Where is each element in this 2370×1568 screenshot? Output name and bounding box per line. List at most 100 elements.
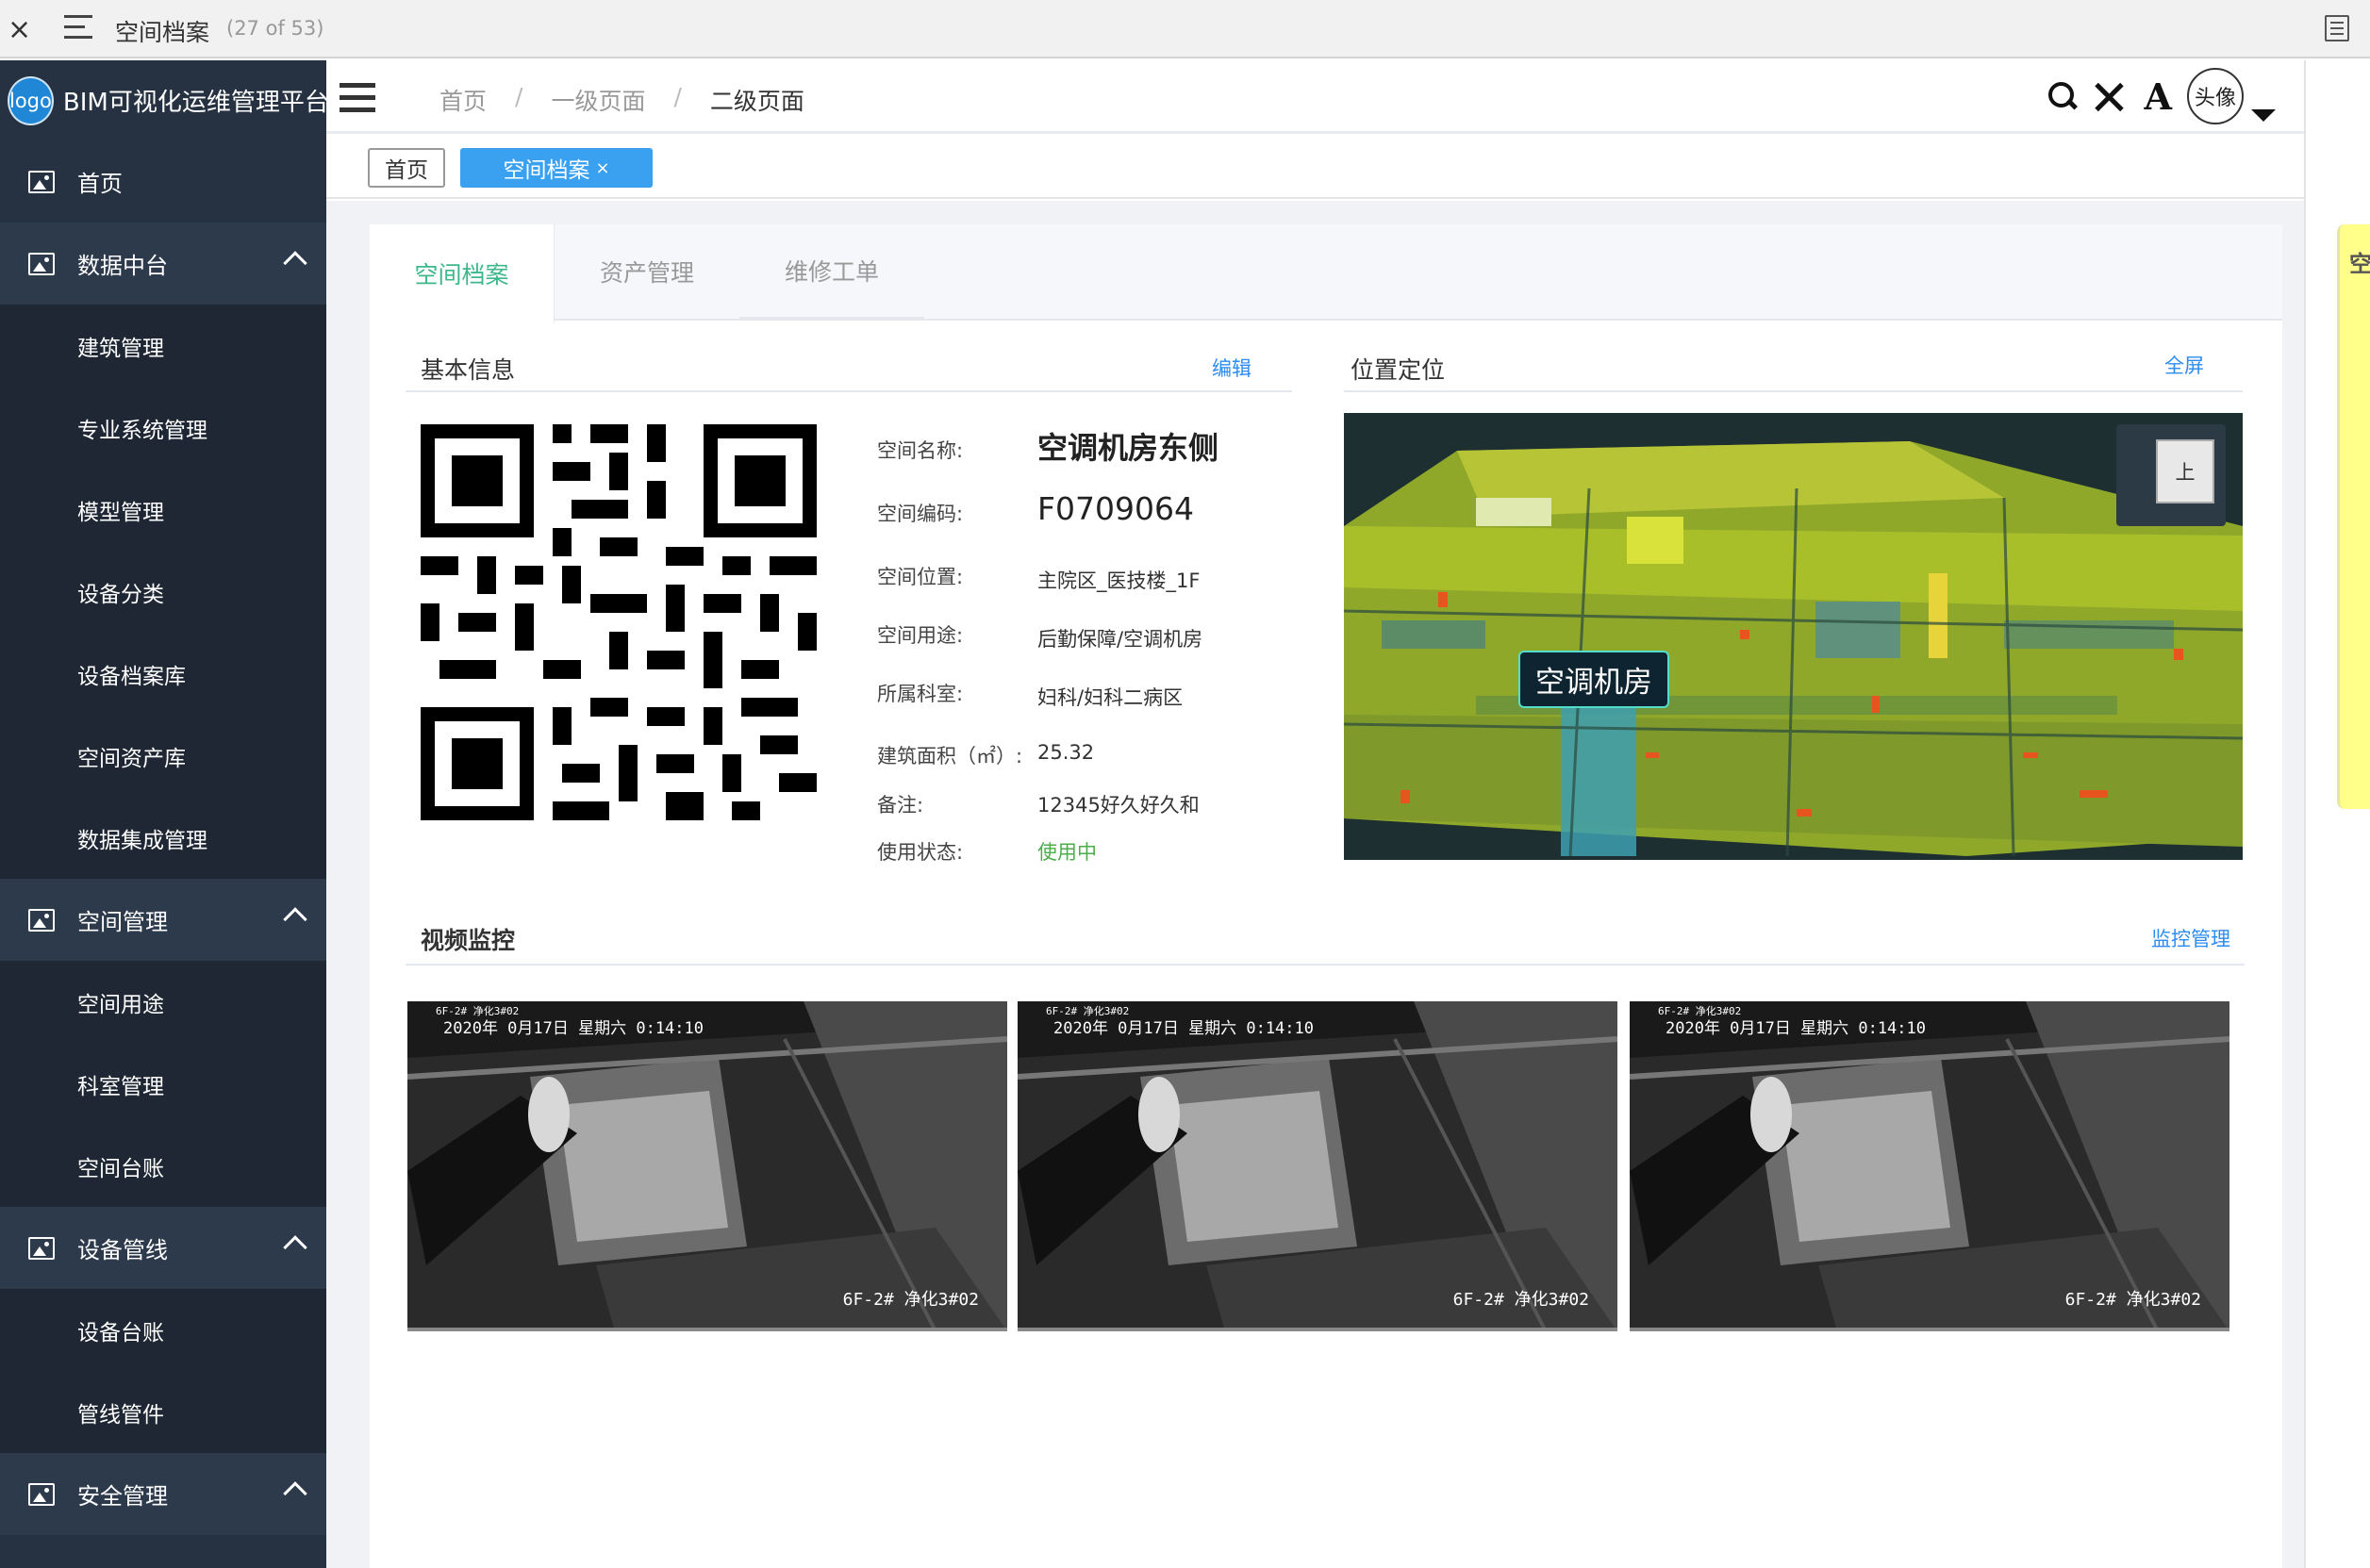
field-label: 空间位置: (877, 566, 964, 588)
sidebar-item-label: 设备管线 (77, 1237, 168, 1263)
room-label[interactable]: 空调机房 (1518, 651, 1669, 708)
sidebar-item-space-ledger[interactable]: 空间台账 (0, 1125, 326, 1207)
sidebar-group-space[interactable]: 空间管理 (0, 879, 326, 961)
fullscreen-link[interactable]: 全屏 (2164, 351, 2204, 379)
image-icon (28, 1482, 55, 1506)
viewer-toolbar: × 空间档案 (27 of 53) (0, 0, 2370, 58)
remark-value: 12345好久好久和 (1037, 794, 1200, 817)
sidebar-item-home[interactable]: 首页 (0, 140, 326, 223)
sidebar: logo BIM可视化运维管理平台 首页 数据中台 建筑管理 专业系统管理 模型… (0, 60, 329, 1568)
side-note[interactable]: 空 (2337, 224, 2370, 809)
bim-model-render (1344, 413, 2243, 860)
sidebar-item-label: 数据中台 (77, 253, 168, 279)
sidebar-item-device-archive[interactable]: 设备档案库 (0, 633, 326, 715)
search-icon[interactable] (2047, 82, 2077, 110)
breadcrumb-home[interactable]: 首页 (439, 83, 487, 117)
sidebar-item-departments[interactable]: 科室管理 (0, 1043, 326, 1125)
image-icon (28, 170, 55, 193)
camera-timestamp: 2020年 0月17日 星期六 0:14:10 (1666, 1019, 1926, 1038)
tag-home[interactable]: 首页 (368, 148, 445, 188)
viewer-count: (27 of 53) (226, 17, 324, 40)
divider (1344, 390, 2243, 392)
caret-down-icon[interactable] (2251, 108, 2276, 122)
breadcrumb-separator: / (673, 83, 682, 110)
sidebar-group-security[interactable]: 安全管理 (0, 1453, 326, 1535)
space-usage-value: 后勤保障/空调机房 (1037, 628, 1203, 651)
breadcrumb-level2: 二级页面 (709, 88, 804, 115)
camera-image (1018, 1001, 1617, 1328)
field-label: 所属科室: (877, 683, 964, 705)
breadcrumb-level1[interactable]: 一级页面 (551, 83, 645, 117)
sidebar-item-data-integration[interactable]: 数据集成管理 (0, 797, 326, 879)
sidebar-item-space-assets[interactable]: 空间资产库 (0, 715, 326, 797)
sidebar-item-space-usage[interactable]: 空间用途 (0, 961, 326, 1043)
sidebar-item-building[interactable]: 建筑管理 (0, 305, 326, 387)
document-icon[interactable] (2325, 15, 2349, 41)
space-name-value: 空调机房东侧 (1037, 430, 1219, 466)
view-cube-top-face[interactable]: 上 (2156, 439, 2214, 503)
location-title: 位置定位 (1351, 356, 1446, 384)
edit-link[interactable]: 编辑 (1212, 354, 1251, 382)
sidebar-item-systems[interactable]: 专业系统管理 (0, 387, 326, 469)
sidebar-item-device-category[interactable]: 设备分类 (0, 551, 326, 633)
brand-name: BIM可视化运维管理平台 (62, 89, 329, 117)
font-size-icon[interactable]: A (2145, 75, 2172, 118)
avatar[interactable]: 头像 (2187, 68, 2244, 124)
image-icon (28, 252, 55, 275)
tag-label: 空间档案 (503, 158, 590, 183)
tab-repair-orders[interactable]: 维修工单 (739, 224, 924, 319)
camera-image (1630, 1001, 2229, 1328)
sidebar-item-models[interactable]: 模型管理 (0, 469, 326, 551)
camera-feed-3[interactable]: 6F-2# 净化3#02 2020年 0月17日 星期六 0:14:10 6F-… (1630, 1001, 2229, 1331)
close-icon[interactable]: × (595, 158, 609, 178)
tab-asset-management[interactable]: 资产管理 (555, 224, 739, 319)
field-label: 建筑面积（㎡）: (877, 745, 1023, 767)
monitor-manage-link[interactable]: 监控管理 (2151, 924, 2230, 952)
close-icon[interactable]: × (8, 13, 31, 46)
divider (406, 964, 2245, 966)
space-code-value: F0709064 (1037, 490, 1194, 527)
camera-timestamp: 2020年 0月17日 星期六 0:14:10 (1053, 1019, 1314, 1038)
sidebar-item-label: 空间管理 (77, 909, 168, 935)
divider (2304, 60, 2306, 1568)
department-value: 妇科/妇科二病区 (1037, 686, 1184, 709)
image-icon (28, 908, 55, 932)
sidebar-item-pipe-fittings[interactable]: 管线管件 (0, 1371, 326, 1453)
camera-feed-2[interactable]: 6F-2# 净化3#02 2020年 0月17日 星期六 0:14:10 6F-… (1018, 1001, 1617, 1331)
fullscreen-icon[interactable] (2094, 81, 2124, 111)
view-cube[interactable]: 上 (2116, 424, 2226, 526)
qr-code (421, 424, 817, 820)
chevron-up-icon (283, 907, 307, 932)
space-location-value: 主院区_医技楼_1F (1037, 569, 1201, 592)
menu-icon[interactable] (64, 15, 92, 41)
chevron-up-icon (283, 1235, 307, 1260)
breadcrumb-separator: / (515, 83, 523, 110)
field-label: 空间编码: (877, 503, 964, 525)
area-value: 25.32 (1037, 741, 1095, 764)
image-icon (28, 1236, 55, 1260)
camera-name: 6F-2# 净化3#02 (842, 1290, 979, 1310)
field-label: 使用状态: (877, 841, 964, 864)
basic-info-title: 基本信息 (421, 356, 516, 384)
chevron-up-icon (283, 1481, 307, 1506)
video-title: 视频监控 (421, 927, 516, 954)
top-header: 首页 / 一级页面 / 二级页面 A 头像 (326, 60, 2304, 134)
tab-bar: 空间档案 资产管理 维修工单 (370, 224, 2282, 322)
sidebar-item-label: 首页 (77, 171, 123, 197)
tag-space-archive[interactable]: 空间档案 × (460, 148, 653, 188)
tab-space-archive[interactable]: 空间档案 (370, 224, 555, 322)
brand: logo BIM可视化运维管理平台 (0, 60, 329, 140)
field-label: 空间用途: (877, 624, 964, 647)
hamburger-icon[interactable] (340, 83, 375, 120)
camera-feed-1[interactable]: 6F-2# 净化3#02 2020年 0月17日 星期六 0:14:10 6F-… (407, 1001, 1007, 1331)
sidebar-item-label: 安全管理 (77, 1483, 168, 1510)
status-value: 使用中 (1037, 841, 1097, 864)
sidebar-group-pipelines[interactable]: 设备管线 (0, 1207, 326, 1289)
camera-name: 6F-2# 净化3#02 (2064, 1290, 2201, 1310)
field-label: 空间名称: (877, 439, 964, 462)
sidebar-item-device-ledger[interactable]: 设备台账 (0, 1289, 326, 1371)
sidebar-group-data-center[interactable]: 数据中台 (0, 223, 326, 305)
camera-image (407, 1001, 1007, 1328)
camera-timestamp: 2020年 0月17日 星期六 0:14:10 (443, 1019, 704, 1038)
bim-model-view[interactable]: 空调机房 上 (1344, 413, 2243, 860)
